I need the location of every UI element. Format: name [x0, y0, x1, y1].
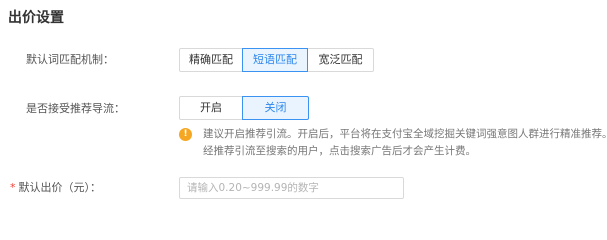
default-bid-label: 默认出价（元）： [18, 181, 102, 194]
match-exact-button[interactable]: 精确匹配 [179, 48, 243, 72]
match-mode-label: 默认词匹配机制： [26, 53, 114, 66]
required-mark: * [10, 181, 16, 194]
traffic-label: 是否接受推荐导流： [26, 102, 125, 115]
section-title: 出价设置 [8, 10, 64, 26]
traffic-segmented: 开启 关闭 [179, 96, 309, 120]
tip-line-2: 经推荐引流至搜索的用户，点击搜索广告后才会产生计费。 [203, 145, 476, 157]
warning-icon: ! [179, 128, 192, 141]
traffic-tip: ! 建议开启推荐引流。开启后，平台将在支付宝全域挖掘关键词强意图人群进行精准推荐… [179, 126, 607, 160]
traffic-off-button[interactable]: 关闭 [242, 96, 309, 120]
match-broad-button[interactable]: 宽泛匹配 [307, 48, 374, 72]
tip-line-1: 建议开启推荐引流。开启后，平台将在支付宝全域挖掘关键词强意图人群进行精准推荐。 [203, 128, 607, 140]
default-bid-label-row: * 默认出价（元）： [10, 180, 101, 196]
traffic-on-button[interactable]: 开启 [179, 96, 243, 120]
default-bid-input[interactable] [179, 177, 404, 199]
match-mode-segmented: 精确匹配 短语匹配 宽泛匹配 [179, 48, 374, 72]
match-phrase-button[interactable]: 短语匹配 [242, 48, 308, 72]
